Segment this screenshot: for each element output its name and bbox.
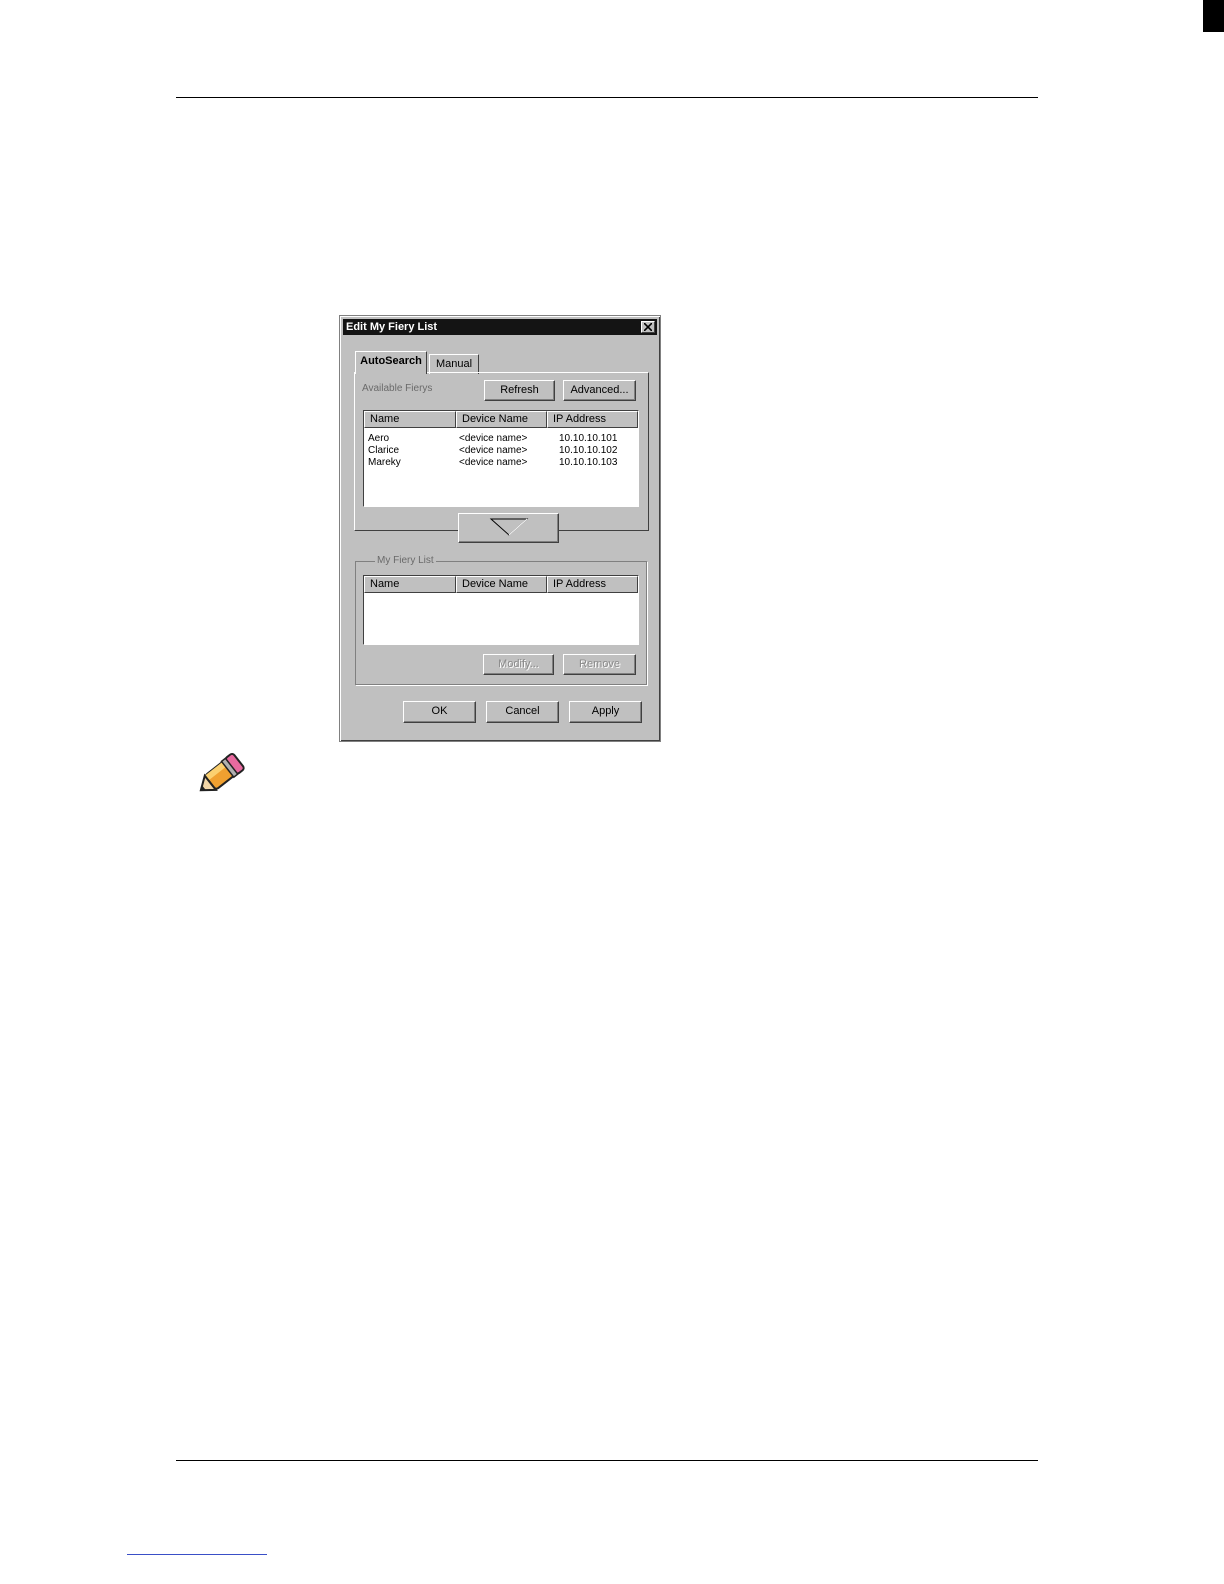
row-name: Clarice bbox=[368, 445, 400, 456]
row-device-name: <device name> bbox=[459, 445, 528, 456]
edit-my-fiery-list-dialog: Edit My Fiery List AutoSearch Manual Ava… bbox=[339, 315, 661, 742]
ok-button-label: OK bbox=[431, 705, 448, 717]
refresh-button[interactable]: Refresh bbox=[484, 380, 555, 401]
title-bar: Edit My Fiery List bbox=[343, 319, 657, 335]
column-header-name[interactable]: Name bbox=[364, 576, 456, 593]
row-device-name: <device name> bbox=[459, 433, 528, 444]
row-ip-address: 10.10.10.102 bbox=[559, 445, 618, 456]
close-icon bbox=[644, 323, 652, 331]
row-ip-address: 10.10.10.103 bbox=[559, 457, 618, 468]
refresh-button-label: Refresh bbox=[500, 384, 539, 396]
remove-button[interactable]: Remove bbox=[563, 654, 636, 675]
column-header-ip-address[interactable]: IP Address bbox=[547, 411, 638, 428]
my-fiery-list[interactable]: Name Device Name IP Address bbox=[363, 575, 639, 645]
modify-button[interactable]: Modify... bbox=[483, 654, 554, 675]
column-header-name-label: Name bbox=[370, 578, 400, 590]
advanced-button[interactable]: Advanced... bbox=[563, 380, 636, 401]
row-name: Aero bbox=[368, 433, 390, 444]
available-fierys-list[interactable]: Name Device Name IP Address Aero <device… bbox=[363, 410, 639, 507]
advanced-button-label: Advanced... bbox=[570, 384, 629, 396]
apply-button-label: Apply bbox=[591, 705, 620, 717]
pencil-icon bbox=[199, 752, 245, 792]
column-header-name[interactable]: Name bbox=[364, 411, 456, 428]
tab-manual[interactable]: Manual bbox=[429, 354, 479, 374]
row-ip-address: 10.10.10.101 bbox=[559, 433, 618, 444]
cancel-button-label: Cancel bbox=[505, 705, 540, 717]
ok-button[interactable]: OK bbox=[403, 701, 476, 723]
column-header-device-name-label: Device Name bbox=[462, 413, 529, 425]
column-header-device-name[interactable]: Device Name bbox=[456, 411, 547, 428]
modify-button-label: Modify... bbox=[498, 658, 539, 670]
column-header-name-label: Name bbox=[370, 413, 400, 425]
close-button[interactable] bbox=[641, 321, 655, 333]
my-fiery-list-label: My Fiery List bbox=[375, 555, 436, 566]
tab-manual-label: Manual bbox=[435, 358, 473, 370]
dialog-title: Edit My Fiery List bbox=[346, 321, 438, 333]
remove-button-label: Remove bbox=[579, 658, 620, 670]
apply-button[interactable]: Apply bbox=[569, 701, 642, 723]
column-header-device-name[interactable]: Device Name bbox=[456, 576, 547, 593]
footer-link-underline[interactable] bbox=[127, 1554, 267, 1555]
tab-autosearch[interactable]: AutoSearch bbox=[355, 351, 427, 374]
column-header-ip-address-label: IP Address bbox=[553, 413, 606, 425]
column-header-ip-address-label: IP Address bbox=[553, 578, 606, 590]
footer-rule bbox=[176, 1460, 1038, 1461]
available-fierys-label: Available Fierys bbox=[362, 383, 433, 394]
cancel-button[interactable]: Cancel bbox=[486, 701, 559, 723]
row-name: Mareky bbox=[368, 457, 401, 468]
add-to-list-button[interactable] bbox=[458, 513, 559, 543]
page-tab-marker bbox=[1203, 0, 1224, 32]
row-device-name: <device name> bbox=[459, 457, 528, 468]
column-header-ip-address[interactable]: IP Address bbox=[547, 576, 638, 593]
triangle-down-icon bbox=[489, 518, 528, 536]
column-header-device-name-label: Device Name bbox=[462, 578, 529, 590]
tab-autosearch-label: AutoSearch bbox=[360, 355, 422, 367]
header-rule bbox=[176, 97, 1038, 98]
